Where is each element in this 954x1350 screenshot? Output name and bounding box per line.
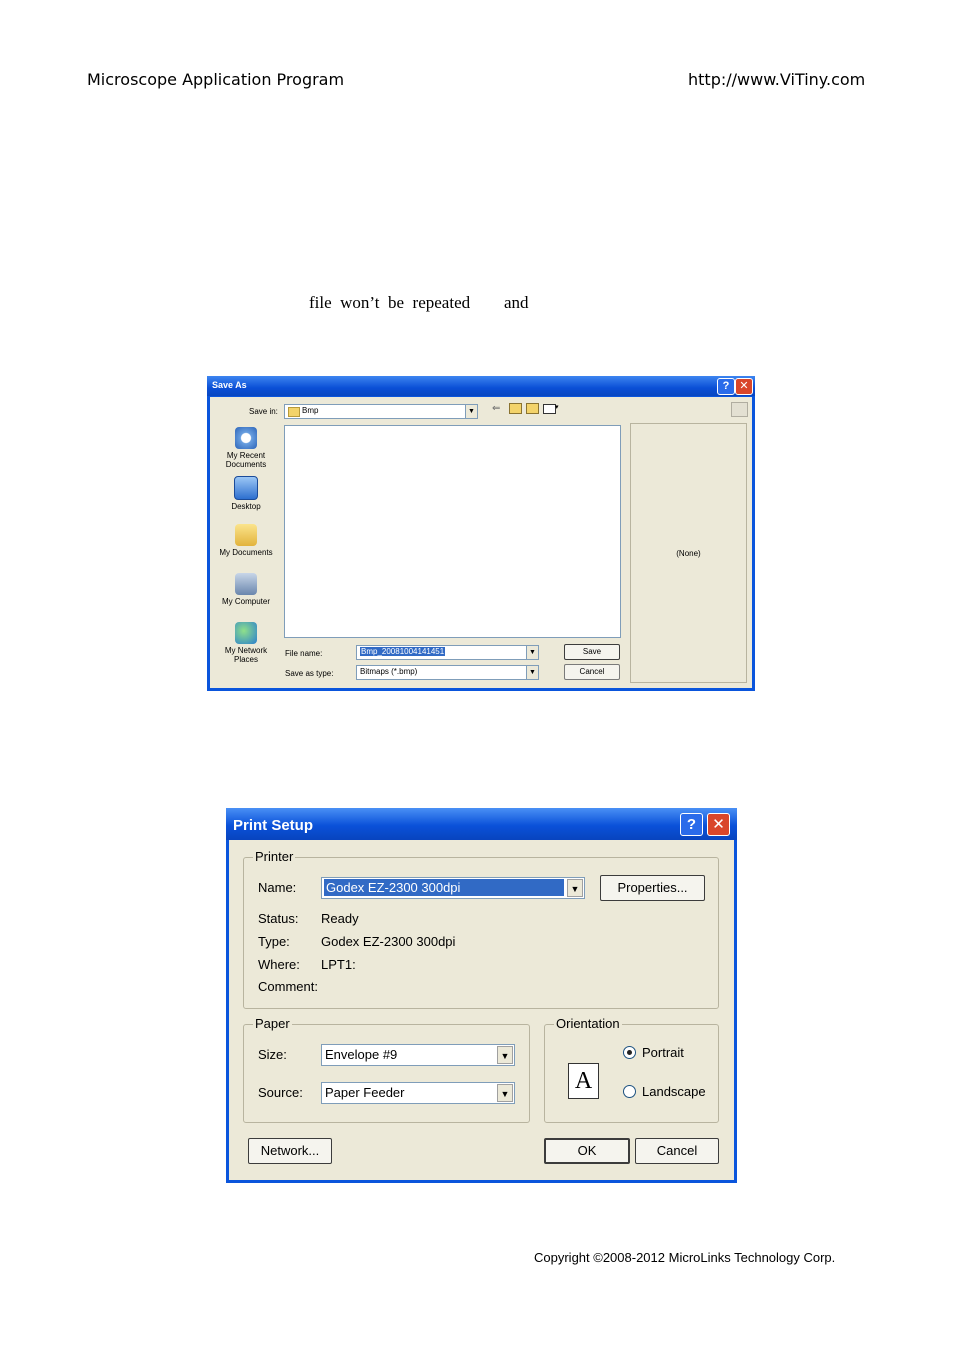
print-setup-dialog: Print Setup ? ✕ Printer Name: Godex EZ-2… (226, 808, 737, 1183)
file-name-label: File name: (285, 649, 323, 658)
place-label: My Documents (219, 548, 273, 557)
folder-icon (288, 407, 300, 417)
orientation-group: Orientation A Portrait Landscape (544, 1016, 719, 1123)
printer-name-value: Godex EZ-2300 300dpi (324, 879, 564, 896)
paper-source-select[interactable]: Paper Feeder ▼ (321, 1082, 515, 1104)
paper-size-value: Envelope #9 (325, 1047, 398, 1062)
save-button[interactable]: Save (564, 644, 620, 660)
paper-group: Paper Size: Envelope #9 ▼ Source: Paper … (243, 1016, 530, 1123)
chevron-down-icon[interactable]: ▼ (567, 879, 583, 897)
paper-source-value: Paper Feeder (325, 1085, 405, 1100)
new-folder-icon[interactable] (526, 403, 539, 414)
save-in-combo[interactable]: Bmp ▼ (284, 404, 478, 419)
network-places-icon (235, 622, 257, 644)
print-setup-titlebar: Print Setup ? ✕ (226, 808, 737, 840)
place-my-computer[interactable]: My Computer (216, 573, 276, 606)
save-as-type-select[interactable]: Bitmaps (*.bmp) ▼ (356, 665, 539, 680)
file-name-value: Bmp_20081004141451 (360, 647, 446, 656)
printer-group-caption: Printer (253, 849, 296, 864)
body-text-fragment: file won’t be repeated (309, 293, 471, 312)
save-in-label: Save in: (249, 407, 278, 416)
help-icon[interactable]: ? (680, 813, 703, 836)
chevron-down-icon[interactable]: ▼ (526, 646, 538, 659)
save-as-titlebar: Save As ? ✕ (207, 376, 755, 396)
place-my-documents[interactable]: My Documents (216, 524, 276, 557)
chevron-down-icon[interactable]: ▼ (497, 1084, 513, 1102)
my-documents-icon (235, 524, 257, 546)
landscape-radio[interactable] (623, 1085, 636, 1098)
footer-copyright: Copyright ©2008-2012 MicroLinks Technolo… (534, 1250, 836, 1265)
source-label: Source: (258, 1085, 303, 1100)
my-computer-icon (235, 573, 257, 595)
place-label: My Recent Documents (225, 451, 267, 469)
properties-button[interactable]: Properties... (600, 875, 705, 901)
place-network[interactable]: My Network Places (216, 622, 276, 664)
print-setup-title: Print Setup (233, 817, 314, 834)
paper-size-select[interactable]: Envelope #9 ▼ (321, 1044, 515, 1066)
preview-text: (None) (676, 549, 701, 558)
chevron-down-icon[interactable]: ▼ (465, 405, 477, 418)
name-label: Name: (258, 880, 297, 895)
where-value: LPT1: (321, 957, 356, 972)
header-left-text: Microscope Application Program (87, 70, 345, 89)
help-icon[interactable]: ? (717, 378, 735, 395)
save-as-dialog: Save As ? ✕ Save in: Bmp ▼ ⇐ ▾ My Recent… (207, 376, 755, 691)
portrait-label[interactable]: Portrait (642, 1045, 684, 1060)
save-as-title: Save As (212, 380, 247, 390)
body-text-and: and (504, 293, 529, 312)
save-as-type-value: Bitmaps (*.bmp) (360, 667, 418, 676)
landscape-label[interactable]: Landscape (642, 1084, 706, 1099)
status-value: Ready (321, 911, 359, 926)
place-label: My Computer (221, 597, 270, 606)
chevron-down-icon[interactable]: ▼ (497, 1046, 513, 1064)
printer-group: Printer Name: Godex EZ-2300 300dpi ▼ Pro… (243, 849, 719, 1009)
print-setup-body: Printer Name: Godex EZ-2300 300dpi ▼ Pro… (229, 840, 734, 1180)
where-label: Where: (258, 957, 300, 972)
type-value: Godex EZ-2300 300dpi (321, 934, 456, 949)
view-chevron-icon[interactable]: ▾ (555, 403, 559, 411)
header-right-url: http://www.ViTiny.com (688, 70, 866, 89)
chevron-down-icon[interactable]: ▼ (526, 666, 538, 679)
cancel-button[interactable]: Cancel (635, 1138, 719, 1164)
portrait-radio[interactable] (623, 1046, 636, 1059)
preview-toggle-icon[interactable] (731, 402, 748, 417)
place-desktop[interactable]: Desktop (216, 476, 276, 511)
save-as-type-label: Save as type: (285, 669, 334, 678)
close-icon[interactable]: ✕ (707, 813, 730, 836)
place-label: Desktop (231, 502, 261, 511)
status-label: Status: (258, 911, 299, 926)
network-button[interactable]: Network... (248, 1138, 332, 1164)
place-recent-documents[interactable]: My Recent Documents (216, 427, 276, 469)
save-in-value: Bmp (302, 406, 319, 415)
up-folder-icon[interactable] (509, 403, 522, 414)
cancel-button[interactable]: Cancel (564, 664, 620, 680)
preview-pane: (None) (630, 423, 747, 683)
portrait-page-icon: A (568, 1063, 599, 1099)
desktop-icon (234, 476, 258, 500)
paper-group-caption: Paper (253, 1016, 292, 1031)
ok-button[interactable]: OK (544, 1138, 630, 1164)
type-label: Type: (258, 934, 290, 949)
size-label: Size: (258, 1047, 287, 1062)
file-name-input[interactable]: Bmp_20081004141451 ▼ (356, 645, 539, 660)
file-list[interactable] (284, 425, 621, 638)
printer-name-select[interactable]: Godex EZ-2300 300dpi ▼ (321, 877, 585, 899)
close-icon[interactable]: ✕ (735, 378, 753, 395)
back-icon[interactable]: ⇐ (492, 403, 500, 414)
orientation-group-caption: Orientation (554, 1016, 622, 1031)
comment-label: Comment: (258, 979, 318, 994)
place-label: My Network Places (224, 646, 268, 664)
save-as-body: Save in: Bmp ▼ ⇐ ▾ My Recent Documents D… (210, 397, 752, 688)
recent-documents-icon (235, 427, 257, 449)
